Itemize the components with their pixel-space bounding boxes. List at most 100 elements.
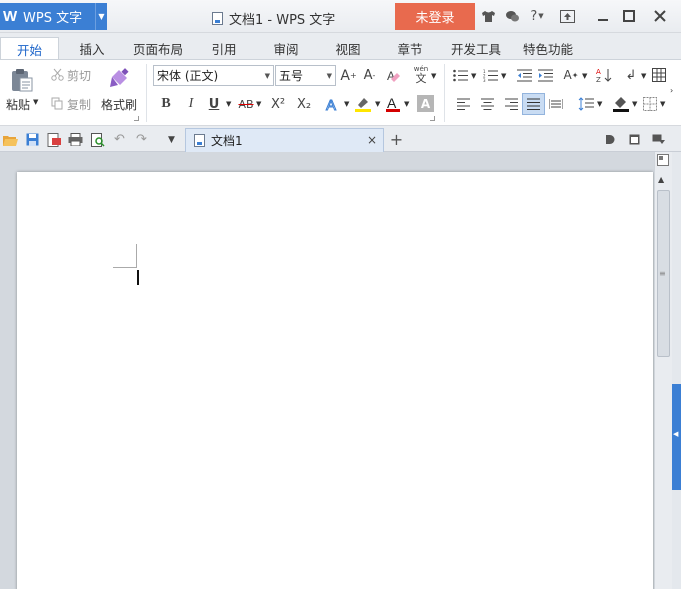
app-menu-dropdown-icon[interactable]: ▼ [95,3,107,30]
text-cursor [137,270,139,285]
subscript-button[interactable]: X₂ [294,94,314,114]
chevron-down-icon: ▼ [264,72,270,80]
tab-references[interactable]: 引用 [200,37,248,60]
line-spacing-icon[interactable] [577,96,595,112]
borders-dropdown-icon[interactable]: ▼ [660,100,665,108]
maximize-icon[interactable] [620,5,638,27]
font-launcher-icon[interactable] [430,116,435,121]
underline-button[interactable]: U [205,94,223,114]
tab-special-features[interactable]: 特色功能 [516,37,580,60]
distribute-icon[interactable] [548,96,564,112]
ribbon-more-icon[interactable]: › [670,86,673,95]
ribbon-collapse-icon[interactable] [556,5,578,27]
help-icon[interactable]: ? ▼ [526,5,548,27]
decrease-indent-icon[interactable] [516,67,532,83]
cut-button[interactable]: 剪切 [67,67,91,84]
change-case-icon[interactable]: A ✦ [561,66,581,84]
paste-dropdown-icon[interactable]: ▼ [33,98,38,106]
change-case-dropdown-icon[interactable]: ▼ [582,72,587,80]
shrink-font-icon[interactable]: A- [361,66,378,85]
bullet-list-icon[interactable] [452,67,468,83]
export-pdf-icon[interactable] [45,131,62,148]
highlight-icon[interactable] [353,94,373,114]
clear-format-icon[interactable]: A [385,66,403,85]
print-preview-icon[interactable] [89,131,106,148]
doc-view-icon[interactable] [602,131,619,148]
side-panel-strip [672,152,681,589]
tab-chapter[interactable]: 章节 [386,37,434,60]
minimize-icon[interactable] [594,5,612,27]
save-icon[interactable] [24,131,41,148]
grow-font-icon[interactable]: A + [340,66,357,85]
scroll-up-icon[interactable]: ▲ [658,175,664,184]
numbered-list-dropdown-icon[interactable]: ▼ [501,72,506,80]
copy-button[interactable]: 复制 [67,96,91,113]
print-icon[interactable] [67,131,84,148]
close-icon[interactable] [651,5,669,27]
margin-marker-horizontal [113,267,137,268]
tab-developer[interactable]: 开发工具 [444,37,508,60]
paste-icon[interactable] [8,66,36,94]
table-icon[interactable] [651,67,667,83]
borders-icon[interactable] [642,96,658,112]
bold-button[interactable]: B [157,94,175,114]
app-menu-button[interactable]: W WPS 文字 ▼ [0,3,107,30]
sort-icon[interactable]: AZ [595,66,613,84]
document-page[interactable] [17,172,653,589]
split-view-icon[interactable] [657,154,670,167]
underline-dropdown-icon[interactable]: ▼ [226,100,231,108]
svg-text:Z: Z [596,76,601,83]
line-spacing-dropdown-icon[interactable]: ▼ [597,100,602,108]
superscript-button[interactable]: X² [268,94,288,114]
skin-icon[interactable] [478,5,498,27]
tab-home[interactable]: 开始 [0,37,59,60]
increase-indent-icon[interactable] [537,67,553,83]
font-color-dropdown-icon[interactable]: ▼ [404,100,409,108]
tab-insert[interactable]: 插入 [66,37,118,60]
vertical-scrollbar[interactable]: ▲ ≡ [654,152,672,589]
shading-icon[interactable] [611,95,631,113]
pinyin-guide-icon[interactable]: wén 文 [410,64,432,86]
wps-logo-icon: W [3,8,18,25]
feedback-icon[interactable] [502,5,522,27]
numbered-list-icon[interactable]: 123 [482,67,498,83]
text-effect-dropdown-icon[interactable]: ▼ [344,100,349,108]
highlight-dropdown-icon[interactable]: ▼ [375,100,380,108]
login-button[interactable]: 未登录 [395,3,475,30]
open-folder-icon[interactable] [2,131,19,148]
window-restore-icon[interactable] [626,131,643,148]
bullet-list-dropdown-icon[interactable]: ▼ [471,72,476,80]
shading-dropdown-icon[interactable]: ▼ [632,100,637,108]
format-painter-button[interactable]: 格式刷 [101,96,137,113]
font-name-select[interactable]: 宋体 (正文) ▼ [153,65,274,86]
text-effect-icon[interactable]: A [324,94,342,114]
quick-access-dropdown-icon[interactable]: ▼ [163,131,180,148]
justify-icon[interactable] [522,93,545,115]
close-tab-icon[interactable]: × [367,133,377,147]
redo-icon[interactable]: ↷ [133,131,150,148]
font-color-icon[interactable]: A [384,94,402,114]
tab-list-icon[interactable] [650,131,667,148]
italic-button[interactable]: I [182,94,200,114]
document-tab[interactable]: 文档1 × [185,128,384,152]
tab-page-layout[interactable]: 页面布局 [126,37,190,60]
char-shading-icon[interactable]: A [417,95,434,112]
align-right-icon[interactable] [503,96,519,112]
show-marks-dropdown-icon[interactable]: ▼ [641,72,646,80]
tab-view[interactable]: 视图 [324,37,372,60]
strikethrough-dropdown-icon[interactable]: ▼ [256,100,261,108]
format-painter-icon[interactable] [106,66,132,92]
margin-marker-vertical [136,244,137,268]
undo-icon[interactable]: ↶ [111,131,128,148]
clipboard-launcher-icon[interactable] [134,116,139,121]
font-size-select[interactable]: 五号 ▼ [275,65,336,86]
pinyin-dropdown-icon[interactable]: ▼ [431,72,436,80]
side-panel-toggle[interactable]: ◀ [672,384,681,490]
align-center-icon[interactable] [479,96,495,112]
new-tab-button[interactable]: + [388,130,405,149]
align-left-icon[interactable] [455,96,471,112]
strikethrough-button[interactable]: AB [236,94,256,114]
paste-button[interactable]: 粘贴 [6,96,30,113]
show-marks-icon[interactable]: ↲ [622,66,640,84]
tab-review[interactable]: 审阅 [262,37,310,60]
